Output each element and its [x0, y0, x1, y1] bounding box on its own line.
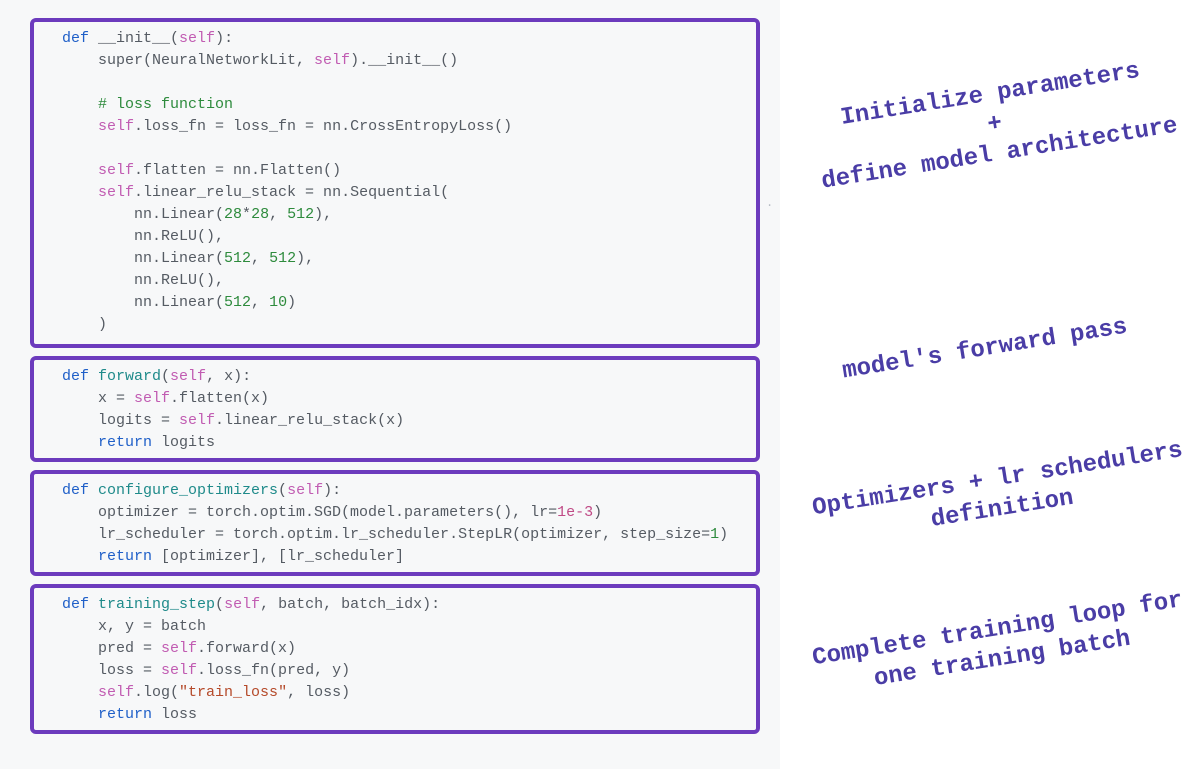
annotation-forward: model's forward pass: [805, 307, 1165, 393]
code-forward: def forward(self, x): x = self.flatten(x…: [62, 366, 746, 454]
code-block-training-step: def training_step(self, batch, batch_idx…: [30, 584, 760, 734]
code-init: def __init__(self): super(NeuralNetworkL…: [62, 28, 746, 336]
gutter-mark-1: .: [766, 196, 773, 210]
class-declaration-line: class NeuralNetworkLit(pl.LightningModul…: [0, 0, 780, 2]
code-train: def training_step(self, batch, batch_idx…: [62, 594, 746, 726]
code-block-configure-optimizers: def configure_optimizers(self): optimize…: [30, 470, 760, 576]
code-pane: class NeuralNetworkLit(pl.LightningModul…: [0, 0, 780, 769]
annotation-optimizers: Optimizers + lr schedulers definition: [798, 434, 1200, 556]
code-block-forward: def forward(self, x): x = self.flatten(x…: [30, 356, 760, 462]
code-block-init: def __init__(self): super(NeuralNetworkL…: [30, 18, 760, 348]
annotation-training: Complete training loop for one training …: [788, 583, 1200, 708]
code-opt: def configure_optimizers(self): optimize…: [62, 480, 746, 568]
annotation-init: Initialize parameters + define model arc…: [785, 48, 1200, 201]
annotation-init-l2: +: [986, 110, 1004, 139]
